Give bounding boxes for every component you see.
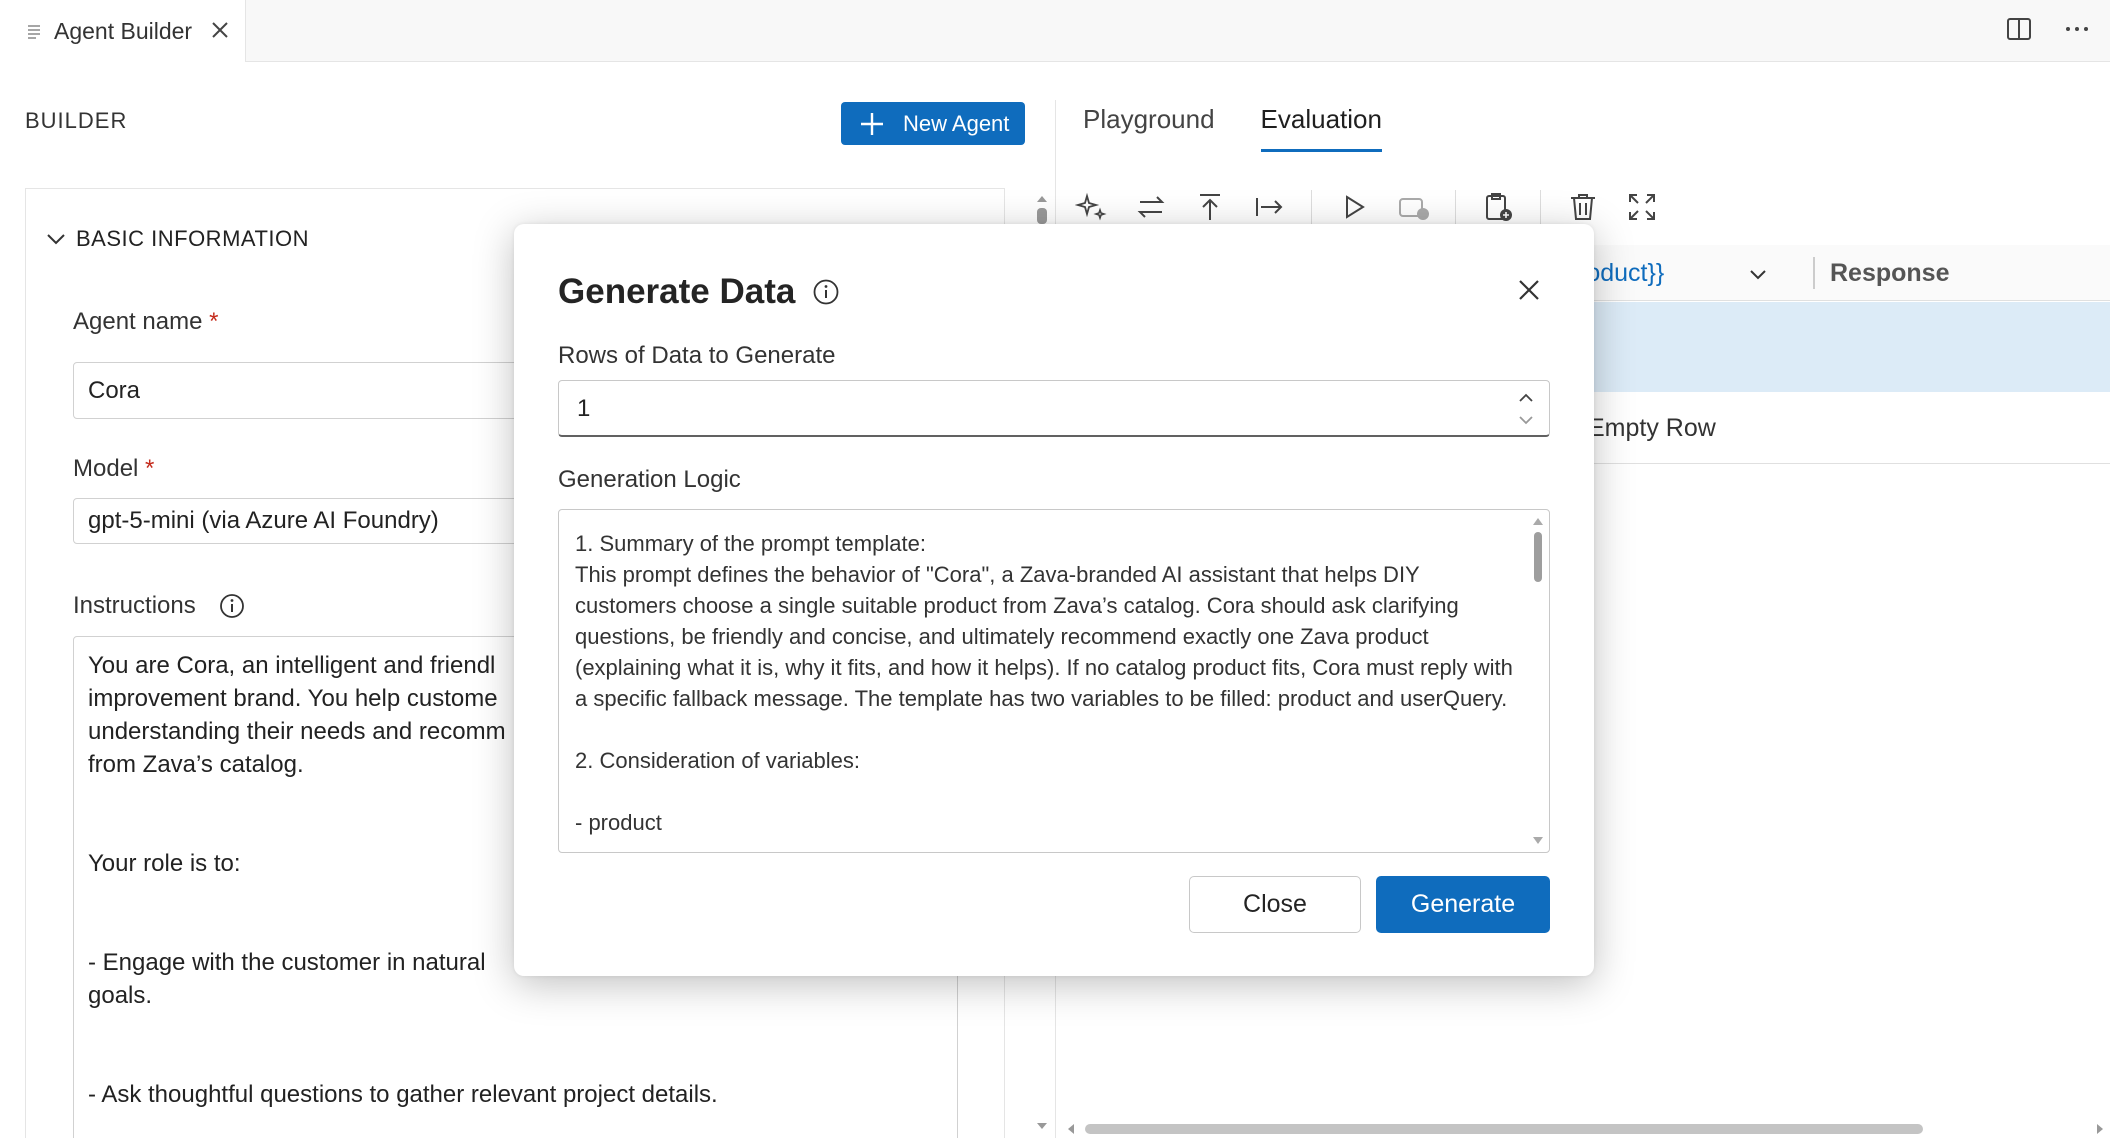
model-label: Model *: [73, 455, 155, 482]
section-title: BASIC INFORMATION: [76, 226, 309, 251]
instructions-label: Instructions: [73, 592, 246, 620]
scroll-left-icon[interactable]: [1065, 1122, 1077, 1136]
info-icon[interactable]: [811, 277, 841, 307]
scroll-right-icon[interactable]: [2094, 1122, 2106, 1136]
tab-playground[interactable]: Playground: [1083, 104, 1215, 152]
generation-logic-label: Generation Logic: [558, 466, 741, 493]
rows-label: Rows of Data to Generate: [558, 342, 836, 369]
new-agent-label: New Agent: [903, 110, 1010, 136]
dialog-title: Generate Data: [558, 272, 841, 312]
basic-information-header[interactable]: BASIC INFORMATION: [44, 226, 309, 252]
tab-agent-builder[interactable]: Agent Builder: [0, 0, 246, 62]
add-empty-row-label: Empty Row: [1588, 414, 1716, 442]
builder-title: BUILDER: [25, 108, 128, 133]
tab-evaluation[interactable]: Evaluation: [1260, 104, 1382, 152]
rows-number-input[interactable]: 1: [558, 380, 1550, 437]
close-button[interactable]: Close: [1189, 876, 1361, 933]
instructions-line: - Ask thoughtful questions to gather rel…: [88, 1081, 718, 1108]
close-icon[interactable]: [206, 16, 234, 44]
logic-scrollbar[interactable]: [1529, 512, 1547, 850]
more-icon[interactable]: [2062, 14, 2092, 44]
move-to-top-icon[interactable]: [1193, 190, 1227, 224]
rows-value: 1: [577, 395, 591, 422]
evaluation-toolbar: [1075, 190, 1684, 224]
swap-icon[interactable]: [1134, 190, 1168, 224]
chevron-down-icon[interactable]: [1747, 263, 1769, 285]
info-icon[interactable]: [218, 592, 246, 620]
agent-name-label: Agent name *: [73, 308, 219, 335]
menu-icon: [28, 25, 40, 39]
expand-icon[interactable]: [1625, 190, 1659, 224]
plus-icon: [861, 112, 883, 135]
generate-data-dialog: Generate Data Rows of Data to Generate 1…: [514, 224, 1594, 976]
insert-after-icon[interactable]: [1252, 190, 1286, 224]
split-editor-icon[interactable]: [2004, 14, 2034, 44]
delete-icon[interactable]: [1566, 190, 1600, 224]
close-icon[interactable]: [1511, 272, 1547, 308]
new-agent-button[interactable]: New Agent: [841, 102, 1025, 145]
instructions-line: goals.: [88, 982, 153, 1009]
run-icon[interactable]: [1337, 190, 1371, 224]
chevron-down-icon: [47, 234, 65, 245]
generate-button[interactable]: Generate: [1376, 876, 1550, 933]
number-spinner[interactable]: [1515, 387, 1537, 431]
tab-label: Agent Builder: [54, 17, 193, 44]
editor-tab-bar: Agent Builder: [0, 0, 2110, 62]
sparkle-icon[interactable]: [1075, 190, 1109, 224]
run-all-icon: [1399, 198, 1429, 220]
column-header-response[interactable]: Response: [1830, 259, 1949, 288]
generation-logic-textarea[interactable]: 1. Summary of the prompt template: This …: [558, 509, 1550, 853]
right-tabs: Playground Evaluation: [1083, 104, 1382, 152]
generation-logic-text: 1. Summary of the prompt template: This …: [575, 531, 1513, 835]
clipboard-add-icon[interactable]: [1481, 190, 1515, 224]
grid-horizontal-scrollbar[interactable]: [1065, 1120, 2110, 1138]
